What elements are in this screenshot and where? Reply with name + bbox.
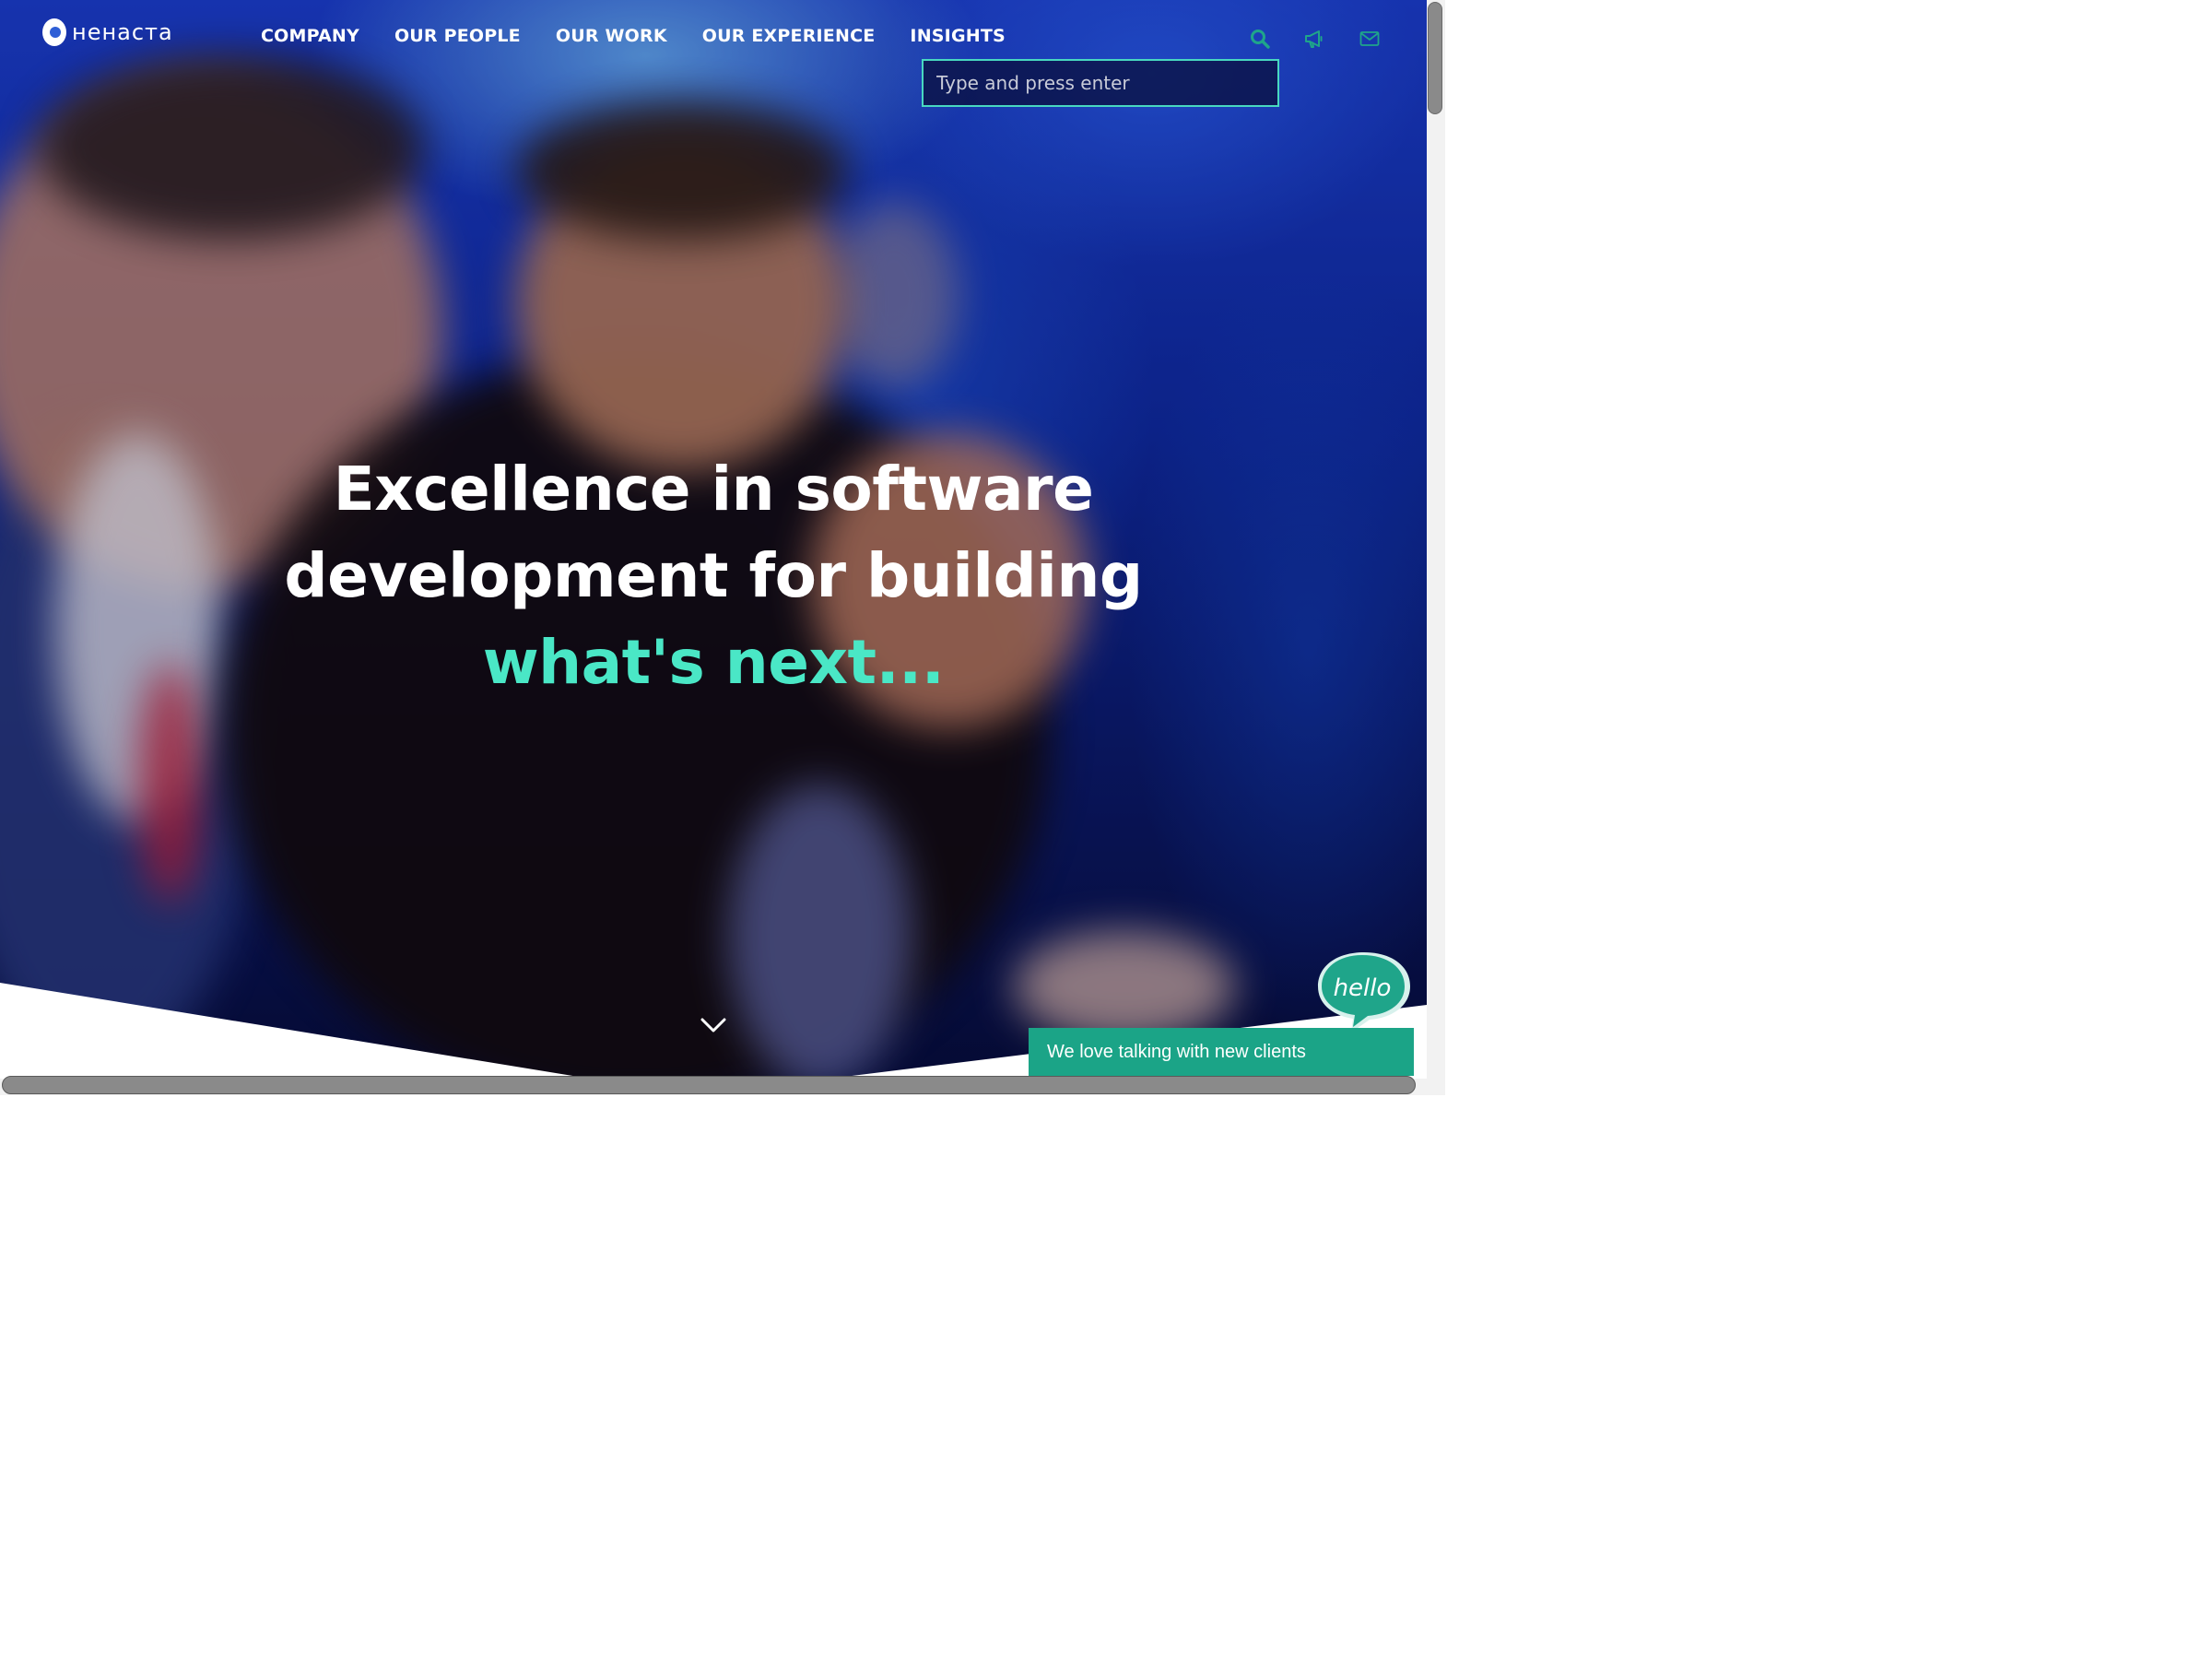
headline-line-2: development for building [284, 540, 1143, 611]
logo-mark-icon [42, 18, 66, 46]
brand-logo[interactable]: нeнacтa [42, 18, 173, 46]
chat-hello-bubble[interactable]: hello [1312, 948, 1416, 1036]
nav-item-our-work[interactable]: OUR WORK [556, 26, 667, 46]
vertical-scrollbar-thumb[interactable] [1428, 2, 1442, 114]
nav-item-our-experience[interactable]: OUR EXPERIENCE [702, 26, 876, 46]
nav-item-our-people[interactable]: OUR PEOPLE [394, 26, 521, 46]
chat-open-bar[interactable]: We love talking with new clients [1029, 1028, 1414, 1076]
chat-bubble-text: hello [1334, 974, 1392, 1002]
vertical-scrollbar-track[interactable] [1427, 0, 1445, 1079]
main-nav: COMPANY OUR PEOPLE OUR WORK OUR EXPERIEN… [261, 26, 1041, 46]
horizontal-scrollbar-thumb[interactable] [2, 1076, 1416, 1094]
envelope-icon[interactable] [1359, 28, 1381, 50]
megaphone-icon[interactable] [1303, 28, 1325, 50]
nav-item-insights[interactable]: INSIGHTS [910, 26, 1005, 46]
nav-item-company[interactable]: COMPANY [261, 26, 359, 46]
search-icon[interactable] [1249, 28, 1271, 50]
hero-headline: Excellence in software development for b… [0, 446, 1427, 706]
search-input[interactable] [922, 59, 1279, 107]
chevron-down-icon[interactable] [699, 1014, 728, 1036]
headline-accent: what's next... [482, 627, 945, 698]
page: нeнacтa COMPANY OUR PEOPLE OUR WORK OUR … [0, 0, 1445, 1095]
logo-text: нeнacтa [72, 19, 173, 45]
headline-line-1: Excellence in software [333, 454, 1094, 525]
